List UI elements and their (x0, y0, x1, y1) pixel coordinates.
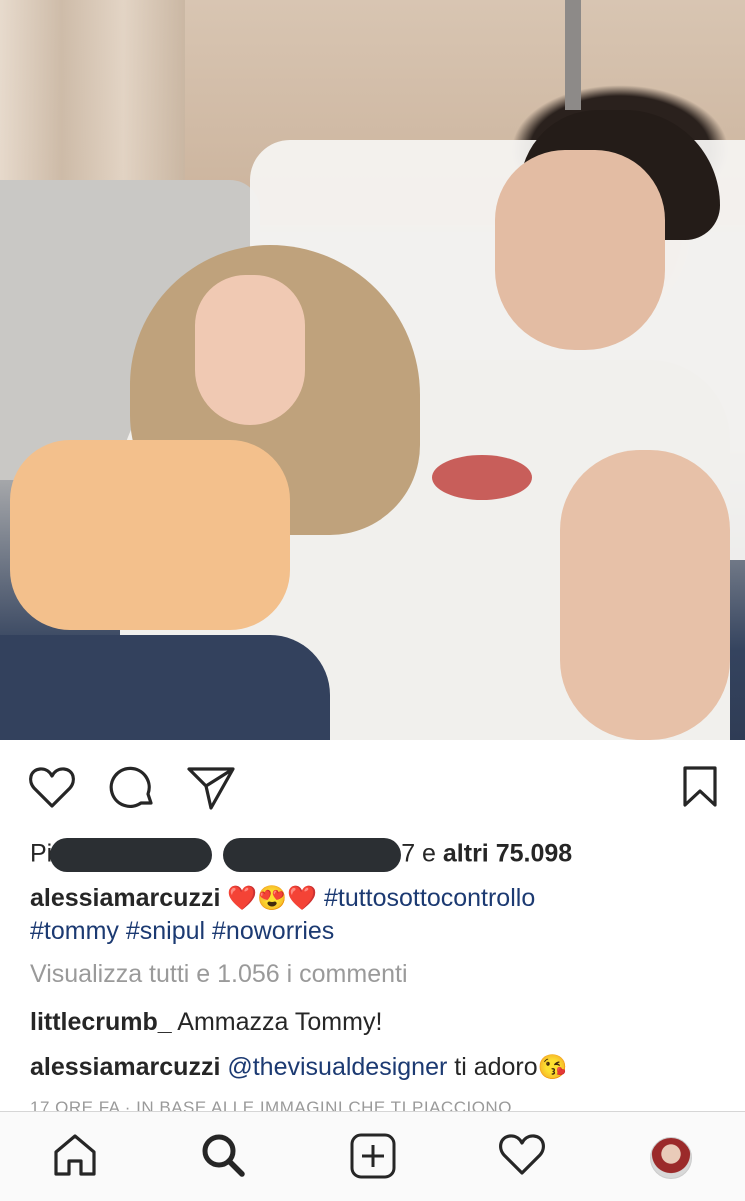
caption-hashtags[interactable]: #tommy #snipul #noworries (30, 917, 334, 945)
comment-emoji-kiss: 😘 (537, 1054, 568, 1081)
caption-emoji-heart: ❤️ (287, 885, 318, 912)
share-icon[interactable] (186, 765, 236, 811)
likes-and: e (422, 839, 436, 868)
redacted-username (223, 838, 402, 872)
photo-arm (560, 450, 730, 740)
profile-avatar[interactable] (650, 1137, 692, 1179)
post-action-bar (0, 740, 745, 835)
redacted-username (50, 838, 213, 872)
photo-jeans (0, 635, 330, 740)
comment-item: alessiamarcuzzi @thevisualdesigner ti ad… (30, 1053, 568, 1082)
photo-dress (10, 440, 290, 630)
comment-item: littlecrumb_ Ammazza Tommy! (30, 1008, 382, 1037)
post-caption: alessiamarcuzzi ❤️😍❤️ #tuttosottocontrol… (30, 882, 720, 947)
post-photo[interactable] (0, 0, 745, 740)
caption-username[interactable]: alessiamarcuzzi (30, 884, 220, 912)
comment-username[interactable]: alessiamarcuzzi (30, 1053, 220, 1081)
likes-others[interactable]: altri 75.098 (443, 840, 572, 868)
photo-man-face (495, 150, 665, 350)
search-icon[interactable] (200, 1132, 246, 1178)
heart-icon[interactable] (28, 765, 76, 809)
bookmark-icon[interactable] (682, 765, 718, 809)
comment-text: Ammazza Tommy! (177, 1008, 383, 1036)
post-timestamp: 17 ORE FA · IN BASE ALLE IMMAGINI CHE TI… (30, 1098, 512, 1111)
likes-summary[interactable]: Pi 7 e altri 75.098 (30, 838, 572, 872)
home-icon[interactable] (52, 1132, 98, 1178)
activity-heart-icon[interactable] (498, 1132, 546, 1176)
likes-prefix: Pi (30, 839, 53, 868)
caption-emoji-heart: ❤️ (227, 885, 258, 912)
comment-text: ti adoro (454, 1053, 538, 1081)
add-post-icon[interactable] (349, 1132, 397, 1180)
photo-girl-face (195, 275, 305, 425)
bottom-tab-bar (0, 1111, 745, 1201)
photo-shirt-logo (432, 455, 532, 500)
photo-curtain (0, 0, 185, 200)
comment-icon[interactable] (108, 765, 156, 811)
likes-hidden-end: 7 (401, 839, 416, 868)
photo-iv-pole (565, 0, 581, 110)
caption-hashtag[interactable]: #tuttosottocontrollo (324, 884, 535, 912)
caption-emoji-heart-eyes: 😍 (257, 885, 288, 912)
comment-mention[interactable]: @thevisualdesigner (227, 1053, 447, 1081)
comment-username[interactable]: littlecrumb_ (30, 1008, 172, 1036)
view-all-comments-link[interactable]: Visualizza tutti e 1.056 i commenti (30, 960, 408, 989)
